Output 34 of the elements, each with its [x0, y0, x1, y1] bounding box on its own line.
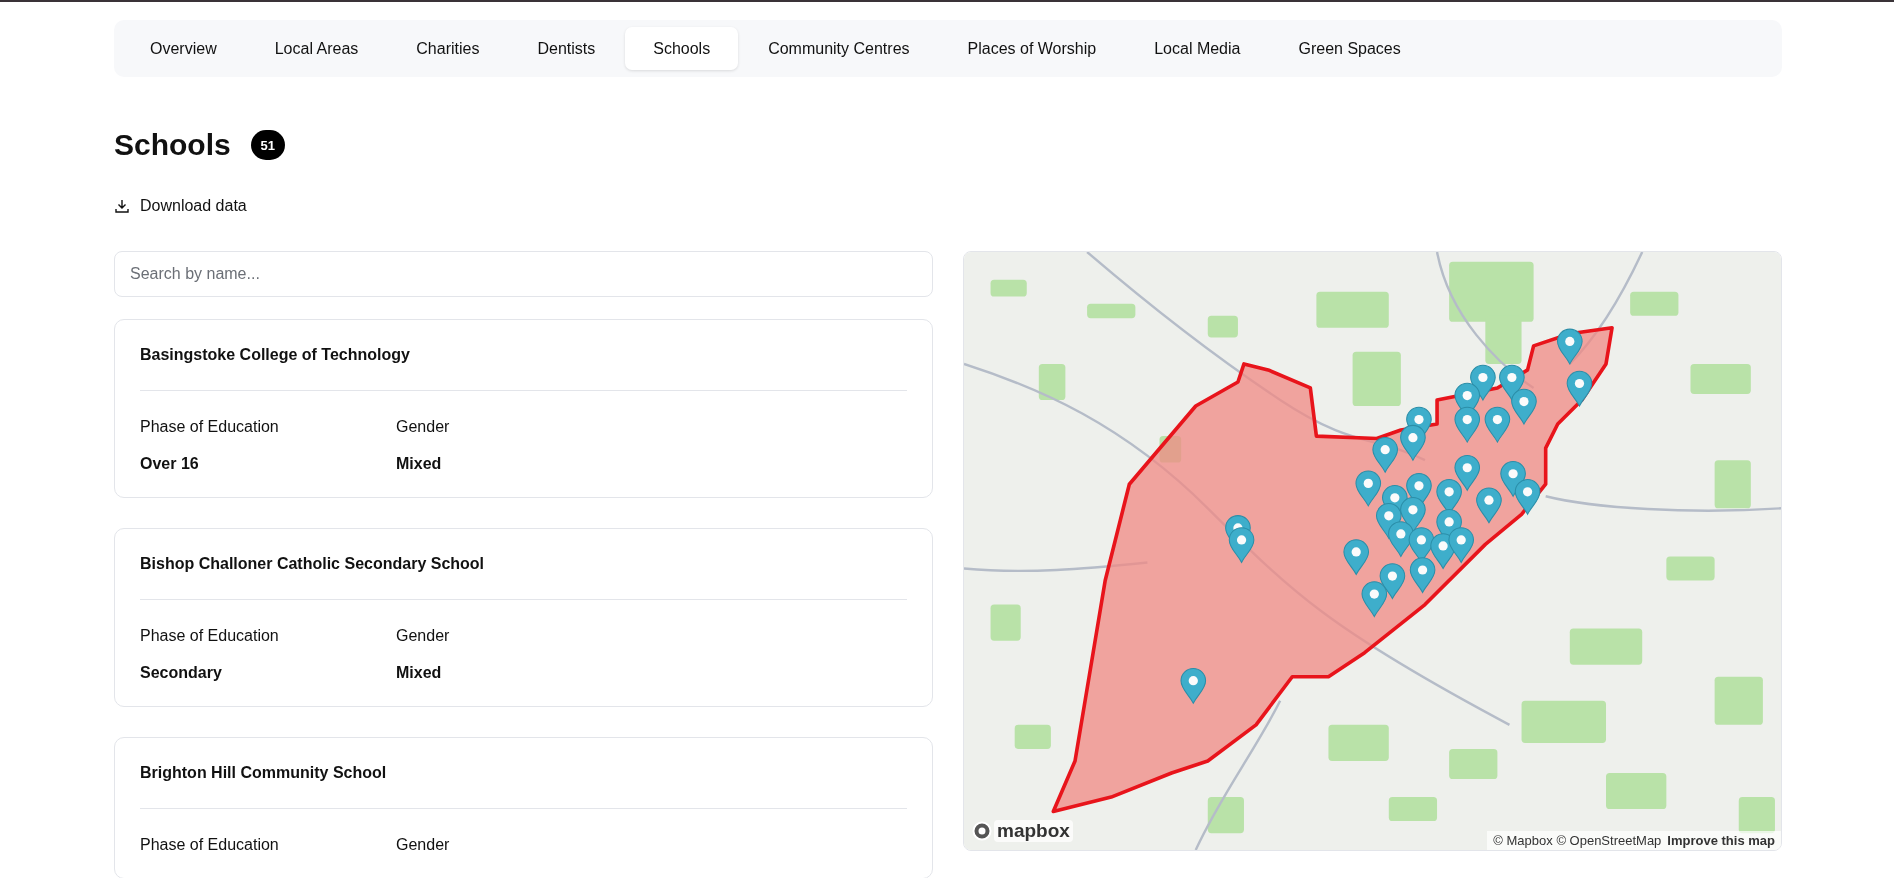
field-label: Gender: [396, 836, 451, 854]
school-name: Bishop Challoner Catholic Secondary School: [140, 555, 907, 600]
nav-tab[interactable]: Places of Worship: [939, 27, 1125, 70]
nav-tab[interactable]: Local Media: [1126, 27, 1269, 70]
nav-tab[interactable]: Community Centres: [740, 27, 938, 70]
download-link[interactable]: Download data: [140, 197, 247, 215]
mapbox-logo-icon[interactable]: [972, 821, 992, 841]
school-card[interactable]: Bishop Challoner Catholic Secondary School Phase of Education Secondary Gender Mixed: [114, 528, 933, 707]
mapbox-logo[interactable]: mapbox: [994, 820, 1073, 842]
field-label: Phase of Education: [140, 627, 280, 645]
improve-map-link[interactable]: Improve this map: [1667, 833, 1775, 848]
nav-tab[interactable]: Charities: [388, 27, 508, 70]
school-name: Basingstoke College of Technology: [140, 346, 907, 391]
nav-tab[interactable]: Dentists: [509, 27, 624, 70]
field-value: Mixed: [396, 455, 443, 473]
count-badge: 51: [250, 130, 285, 160]
map-panel[interactable]: mapbox © Mapbox © OpenStreetMap Improve this map: [963, 251, 1782, 851]
field-label: Gender: [396, 418, 451, 436]
map-attribution[interactable]: © Mapbox © OpenStreetMap: [1493, 833, 1662, 848]
school-card[interactable]: Basingstoke College of Technology Phase of Education Over 16 Gender Mixed: [114, 319, 933, 498]
school-name: Brighton Hill Community School: [140, 764, 907, 809]
field-label: Gender: [396, 627, 451, 645]
field-value: Mixed: [396, 664, 443, 682]
search-field[interactable]: Search by name...: [114, 251, 933, 297]
field-label: Phase of Education: [140, 418, 280, 436]
nav-tab[interactable]: Green Spaces: [1270, 27, 1429, 70]
nav-tab[interactable]: Local Areas: [246, 27, 387, 70]
nav-tab[interactable]: Overview: [122, 27, 245, 70]
nav-tab[interactable]: Schools: [625, 27, 739, 70]
field-value: Secondary: [140, 664, 223, 682]
page-title: Schools: [114, 128, 231, 162]
download-icon[interactable]: [114, 198, 130, 214]
field-value: Over 16: [140, 455, 200, 473]
field-label: Phase of Education: [140, 836, 280, 854]
